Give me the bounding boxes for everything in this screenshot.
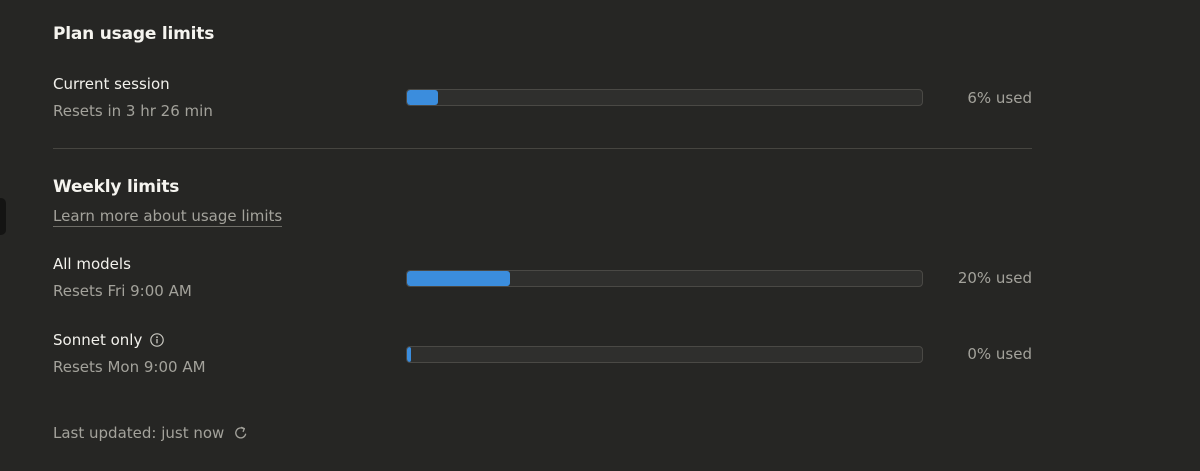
progress-bar (406, 89, 923, 106)
progress-bar-fill (407, 90, 438, 105)
learn-more-link[interactable]: Learn more about usage limits (53, 207, 283, 227)
row-label: Sonnet only (53, 331, 165, 349)
usage-percent: 0% used (967, 345, 1032, 363)
usage-row-current-session: Current session Resets in 3 hr 26 min 6%… (53, 75, 1032, 135)
row-reset-text: Resets Mon 9:00 AM (53, 358, 206, 376)
row-label-text: All models (53, 255, 131, 273)
row-reset-text: Resets in 3 hr 26 min (53, 102, 213, 120)
progress-bar-fill (407, 271, 510, 286)
usage-percent: 6% used (967, 89, 1032, 107)
usage-percent: 20% used (957, 269, 1032, 287)
progress-bar (406, 270, 923, 287)
refresh-icon[interactable] (233, 425, 249, 441)
progress-bar-fill (407, 347, 411, 362)
row-label: Current session (53, 75, 170, 93)
section-divider (53, 148, 1032, 149)
weekly-limits-title: Weekly limits (53, 177, 180, 197)
usage-row-all-models: All models Resets Fri 9:00 AM 20% used (53, 255, 1032, 315)
row-reset-text: Resets Fri 9:00 AM (53, 282, 192, 300)
progress-bar (406, 346, 923, 363)
last-updated-text: Last updated: just now (53, 424, 225, 442)
info-icon[interactable] (150, 333, 165, 347)
row-label-text: Current session (53, 75, 170, 93)
side-panel-tab[interactable] (0, 198, 6, 235)
last-updated: Last updated: just now (53, 424, 249, 442)
plan-usage-title: Plan usage limits (53, 24, 215, 44)
usage-page: Plan usage limits Current session Resets… (0, 0, 1200, 471)
usage-row-sonnet-only: Sonnet only Resets Mon 9:00 AM 0% used (53, 331, 1032, 391)
row-label: All models (53, 255, 131, 273)
row-label-text: Sonnet only (53, 331, 143, 349)
